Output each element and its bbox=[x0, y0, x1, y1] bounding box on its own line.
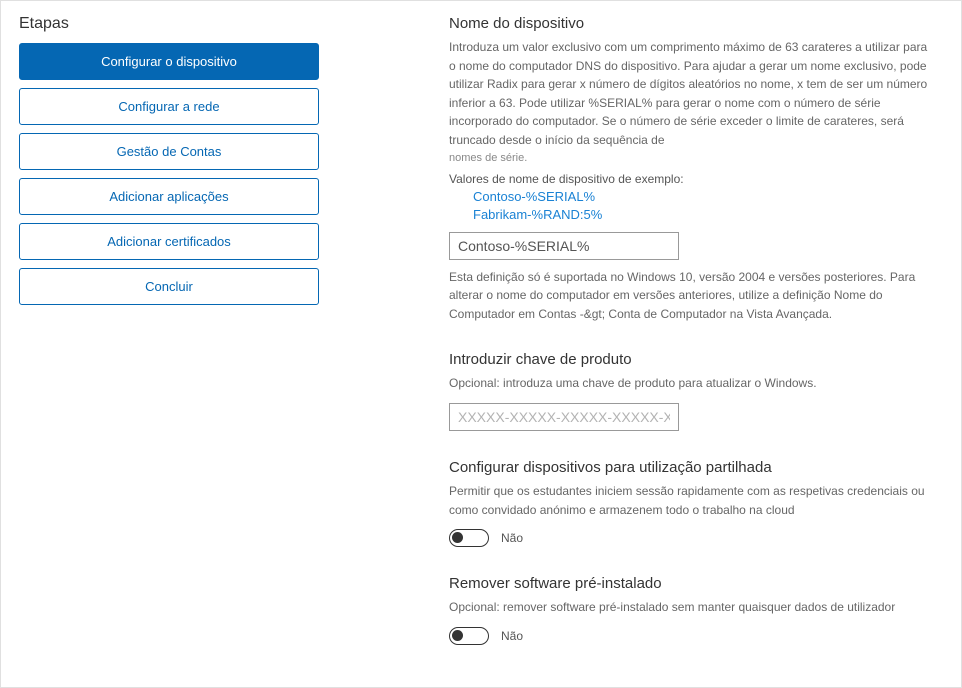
step-add-certificates[interactable]: Adicionar certificados bbox=[19, 223, 319, 260]
section-remove-software: Remover software pré-instalado Opcional:… bbox=[449, 575, 933, 645]
content-area: Nome do dispositivo Introduza um valor e… bbox=[319, 15, 943, 673]
device-name-description: Introduza um valor exclusivo com um comp… bbox=[449, 38, 933, 150]
shared-use-toggle-label: Não bbox=[501, 531, 523, 545]
device-name-example-1: Contoso-%SERIAL% bbox=[473, 189, 933, 204]
section-device-name: Nome do dispositivo Introduza um valor e… bbox=[449, 15, 933, 323]
toggle-knob-icon bbox=[452, 532, 463, 543]
section-product-key: Introduzir chave de produto Opcional: in… bbox=[449, 351, 933, 431]
sidebar-title: Etapas bbox=[19, 15, 319, 33]
shared-use-description: Permitir que os estudantes iniciem sessã… bbox=[449, 482, 933, 519]
device-name-input[interactable] bbox=[449, 232, 679, 260]
toggle-knob-icon bbox=[452, 630, 463, 641]
step-configure-network[interactable]: Configurar a rede bbox=[19, 88, 319, 125]
remove-software-title: Remover software pré-instalado bbox=[449, 575, 933, 592]
step-account-management[interactable]: Gestão de Contas bbox=[19, 133, 319, 170]
shared-use-title: Configurar dispositivos para utilização … bbox=[449, 459, 933, 476]
device-name-example-label: Valores de nome de dispositivo de exempl… bbox=[449, 172, 933, 186]
sidebar: Etapas Configurar o dispositivo Configur… bbox=[19, 15, 319, 673]
step-finish[interactable]: Concluir bbox=[19, 268, 319, 305]
serial-names-link: nomes de série. bbox=[449, 152, 933, 164]
shared-use-toggle[interactable] bbox=[449, 529, 489, 547]
step-add-applications[interactable]: Adicionar aplicações bbox=[19, 178, 319, 215]
product-key-title: Introduzir chave de produto bbox=[449, 351, 933, 368]
product-key-input[interactable] bbox=[449, 403, 679, 431]
remove-software-description: Opcional: remover software pré-instalado… bbox=[449, 598, 933, 617]
product-key-description: Opcional: introduza uma chave de produto… bbox=[449, 374, 933, 393]
step-configure-device[interactable]: Configurar o dispositivo bbox=[19, 43, 319, 80]
remove-software-toggle-label: Não bbox=[501, 629, 523, 643]
device-name-title: Nome do dispositivo bbox=[449, 15, 933, 32]
remove-software-toggle[interactable] bbox=[449, 627, 489, 645]
device-name-example-2: Fabrikam-%RAND:5% bbox=[473, 207, 933, 222]
device-name-note: Esta definição só é suportada no Windows… bbox=[449, 268, 933, 324]
section-shared-use: Configurar dispositivos para utilização … bbox=[449, 459, 933, 547]
remove-software-toggle-row: Não bbox=[449, 627, 933, 645]
shared-use-toggle-row: Não bbox=[449, 529, 933, 547]
